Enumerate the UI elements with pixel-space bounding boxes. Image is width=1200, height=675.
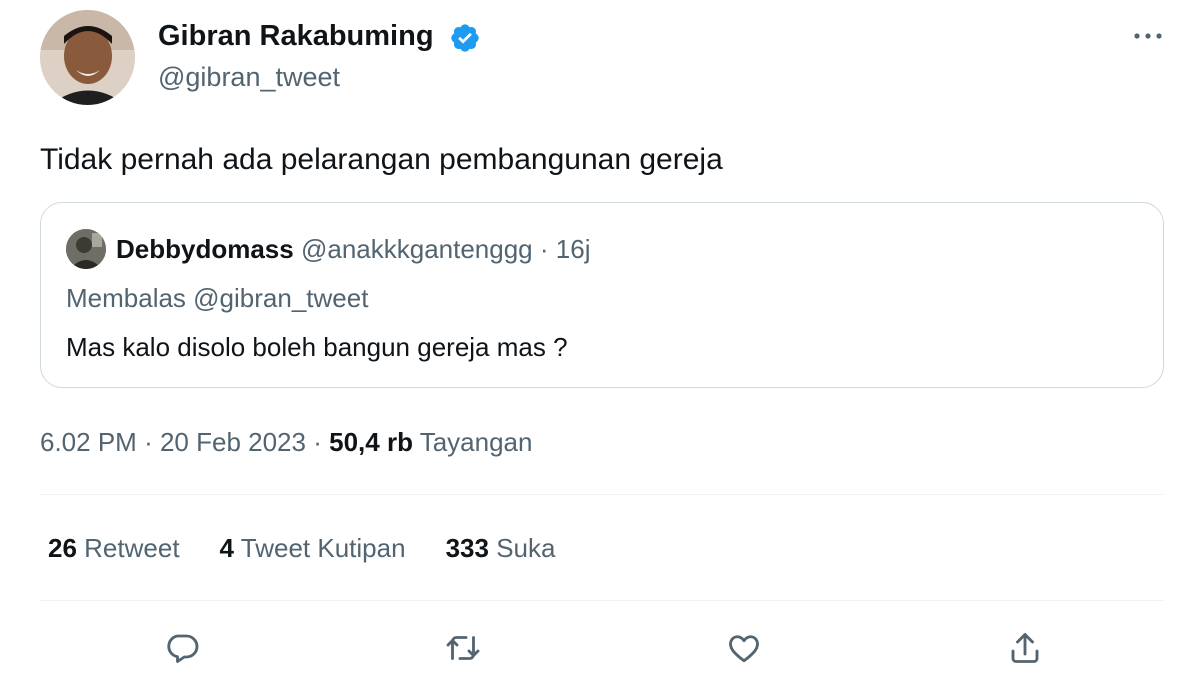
stat-label: Suka	[496, 533, 556, 563]
reply-icon	[167, 634, 199, 663]
tweet-meta: 6.02 PM · 20 Feb 2023 · 50,4 rb Tayangan	[40, 424, 532, 460]
views-label: Tayangan	[419, 427, 533, 457]
tweet-date[interactable]: 20 Feb 2023	[160, 427, 306, 457]
author-display-name[interactable]: Gibran Rakabuming	[158, 18, 434, 54]
quoted-timestamp[interactable]: 16j	[556, 234, 591, 264]
tweet-text: Tidak pernah ada pelarangan pembangunan …	[40, 143, 723, 176]
stat-count: 4	[219, 533, 235, 563]
quoted-display-name[interactable]: Debbydomass	[116, 234, 294, 264]
retweet-button[interactable]	[443, 628, 483, 668]
meta-separator: ·	[313, 427, 322, 457]
profile-avatar[interactable]	[40, 10, 135, 105]
author-handle[interactable]: @gibran_tweet	[158, 61, 340, 93]
like-count-link[interactable]: 333 Suka	[446, 533, 556, 563]
share-icon	[1011, 633, 1039, 663]
divider	[40, 494, 1164, 495]
reply-button[interactable]	[162, 628, 202, 668]
quote-tweet-count-link[interactable]: 4 Tweet Kutipan	[220, 533, 406, 563]
share-button[interactable]	[1005, 628, 1045, 668]
stat-label: Retweet	[84, 533, 180, 563]
like-heart-icon	[729, 635, 759, 663]
views-count: 50,4 rb	[329, 427, 413, 457]
quoted-avatar[interactable]	[66, 229, 106, 269]
divider	[40, 600, 1164, 601]
tweet-time[interactable]: 6.02 PM	[40, 427, 137, 457]
like-button[interactable]	[724, 628, 764, 668]
quoted-text: Mas kalo disolo boleh bangun gereja mas …	[66, 332, 568, 362]
quoted-replying-to: Membalas @gibran_tweet	[66, 283, 369, 313]
tweet-card: Gibran Rakabuming @gibran_tweet Tidak pe…	[0, 0, 1200, 675]
meta-separator: ·	[144, 427, 153, 457]
engagement-stats: 26 Retweet 4 Tweet Kutipan 333 Suka	[48, 530, 595, 566]
quoted-handle[interactable]: @anakkkgantenggg	[301, 234, 533, 264]
verified-badge-icon	[451, 24, 479, 52]
quoted-tweet[interactable]: Debbydomass @anakkkgantenggg · 16j Memba…	[40, 202, 1164, 388]
stat-count: 333	[445, 533, 489, 563]
quoted-separator: ·	[539, 234, 549, 264]
stat-count: 26	[48, 533, 77, 563]
more-horizontal-icon[interactable]	[1128, 20, 1168, 52]
quoted-header: Debbydomass @anakkkgantenggg · 16j	[116, 232, 591, 266]
stat-label: Tweet Kutipan	[240, 533, 406, 563]
retweet-icon	[446, 636, 480, 660]
retweet-count-link[interactable]: 26 Retweet	[48, 533, 180, 563]
